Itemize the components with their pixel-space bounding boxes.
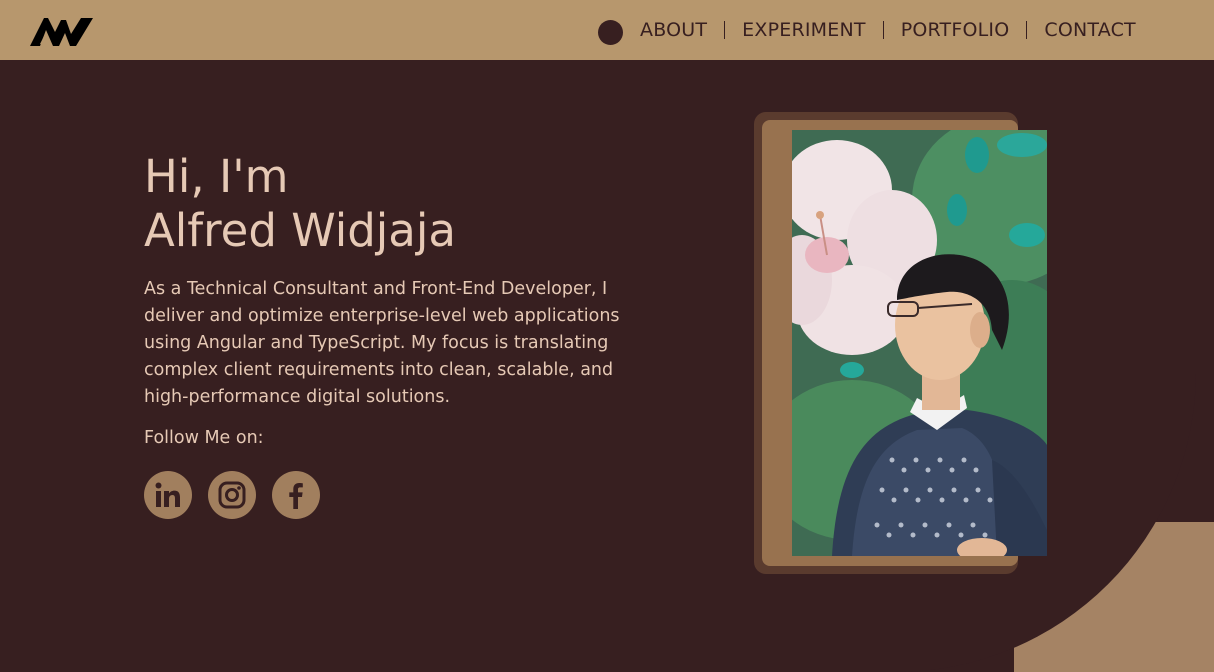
facebook-button[interactable] [272, 471, 320, 519]
nav-link-contact[interactable]: CONTACT [1030, 19, 1150, 41]
theme-toggle-button[interactable] [598, 20, 623, 45]
instagram-button[interactable] [208, 471, 256, 519]
linkedin-button[interactable] [144, 471, 192, 519]
linkedin-icon [155, 482, 180, 507]
nav-link-portfolio[interactable]: PORTFOLIO [887, 19, 1024, 41]
profile-photo [792, 130, 1047, 556]
social-links [144, 471, 320, 519]
nav-links: ABOUT EXPERIMENT PORTFOLIO CONTACT [626, 0, 1150, 60]
facebook-icon [289, 483, 303, 509]
profile-photo-illustration [792, 130, 1047, 556]
navbar: ABOUT EXPERIMENT PORTFOLIO CONTACT [0, 0, 1214, 60]
nav-link-about[interactable]: ABOUT [626, 19, 721, 41]
logo[interactable] [30, 16, 94, 48]
nav-separator [882, 21, 884, 39]
follow-label: Follow Me on: [144, 428, 264, 448]
hero-description: As a Technical Consultant and Front-End … [144, 279, 620, 407]
hero-greeting: Hi, I'm [144, 150, 289, 203]
logo-icon [30, 18, 93, 46]
nav-link-experiment[interactable]: EXPERIMENT [728, 19, 880, 41]
nav-separator [724, 21, 726, 39]
nav-separator [1026, 21, 1028, 39]
instagram-icon [218, 481, 246, 509]
hero-title: Hi, I'm Alfred Widjaja [144, 150, 456, 258]
hero-name: Alfred Widjaja [144, 204, 456, 257]
